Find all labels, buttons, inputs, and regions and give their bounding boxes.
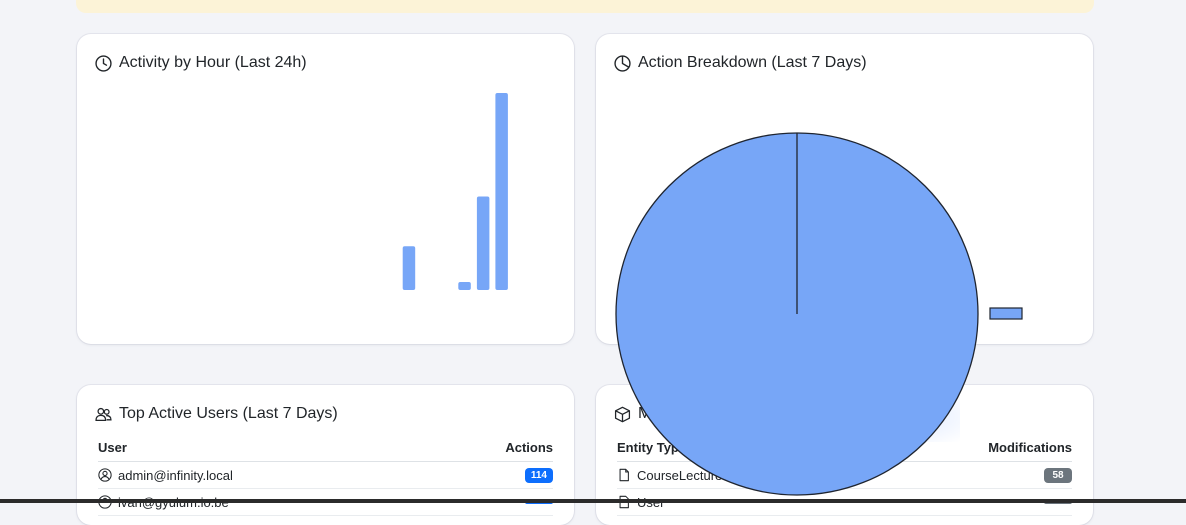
taskbar-edge — [0, 499, 1186, 503]
entities-col-type: Entity Type — [617, 440, 687, 455]
activity-by-hour-card: Activity by Hour (Last 24h) — [77, 34, 574, 344]
top-active-users-card: Top Active Users (Last 7 Days) User Acti… — [77, 385, 574, 525]
modifications-count-badge: 58 — [1044, 467, 1072, 483]
actions-count-badge: 114 — [524, 467, 553, 483]
hour-bar-16[interactable] — [402, 246, 416, 290]
entities-col-mods: Modifications — [988, 440, 1072, 455]
hour-bar-20[interactable] — [476, 196, 490, 291]
alert-banner — [76, 0, 1094, 13]
users-col-actions: Actions — [505, 440, 553, 455]
entity-type: CourseLecture — [637, 467, 723, 483]
entities-table-header: Entity Type Modifications — [617, 440, 1072, 462]
hour-bar-21[interactable] — [495, 93, 508, 290]
users-card-title: Top Active Users (Last 7 Days) — [119, 405, 338, 422]
action-breakdown-card: Action Breakdown (Last 7 Days) — [596, 34, 1093, 344]
users-table: User Actions admin@infinity.local 114 iv — [98, 440, 553, 516]
entity-cell: CourseLecture — [617, 468, 722, 483]
table-row[interactable]: admin@infinity.local 114 — [98, 462, 553, 489]
users-card-header: Top Active Users (Last 7 Days) — [95, 405, 338, 423]
breakdown-card-header: Action Breakdown (Last 7 Days) — [614, 54, 867, 72]
entities-card-header: Most Modified Entities (Last 7 Days) — [614, 405, 894, 423]
breakdown-card-title: Action Breakdown (Last 7 Days) — [638, 54, 867, 71]
entities-card-title: Most Modified Entities (Last 7 Days) — [638, 405, 895, 422]
users-col-user: User — [98, 440, 127, 455]
table-row[interactable]: CourseLecture 58 — [617, 462, 1072, 489]
users-table-header: User Actions — [98, 440, 553, 462]
people-icon — [95, 407, 112, 421]
user-cell: admin@infinity.local — [98, 468, 233, 483]
file-icon — [619, 468, 629, 482]
hour-bar-19[interactable] — [458, 282, 471, 290]
person-circle-icon — [98, 468, 112, 482]
entities-table: Entity Type Modifications CourseLecture … — [617, 440, 1072, 516]
pie-chart-icon — [614, 54, 631, 72]
box-icon — [614, 406, 631, 422]
most-modified-entities-card: Most Modified Entities (Last 7 Days) Ent… — [596, 385, 1093, 525]
activity-bar-chart — [402, 93, 508, 291]
user-email: admin@infinity.local — [118, 467, 233, 483]
